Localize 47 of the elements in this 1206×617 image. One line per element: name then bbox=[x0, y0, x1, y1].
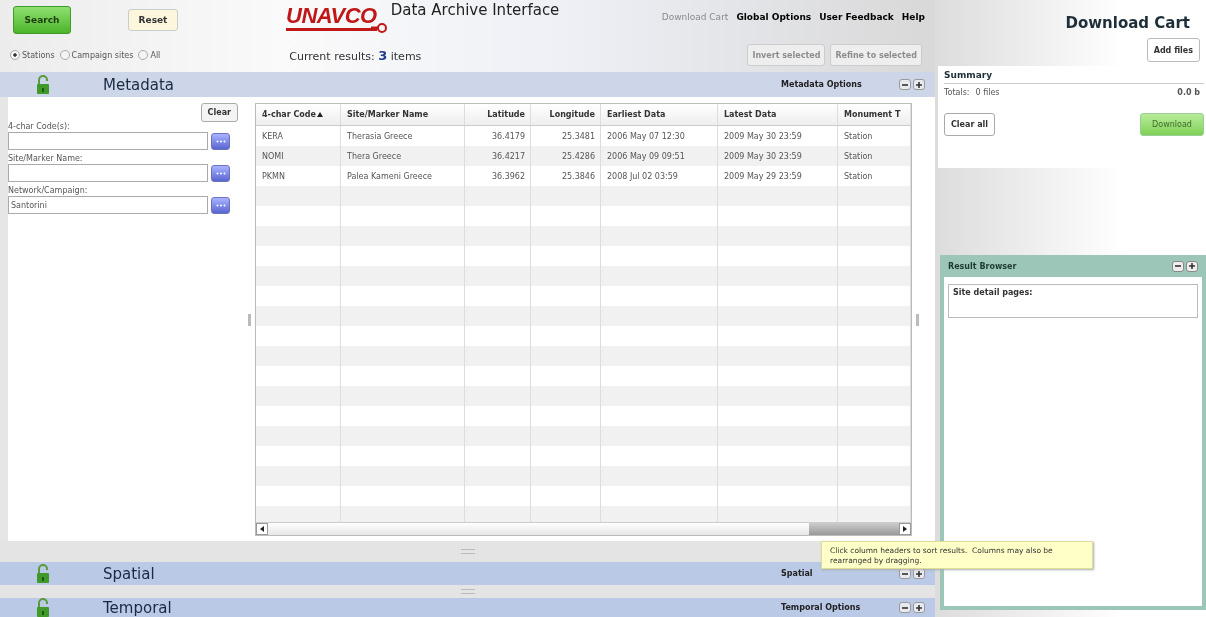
clear-button[interactable]: Clear bbox=[200, 103, 238, 122]
table-cell: 36.4217 bbox=[465, 146, 531, 166]
table-cell: Thera Greece bbox=[341, 146, 465, 166]
totals-label: Totals: bbox=[944, 88, 970, 97]
clear-all-button[interactable]: Clear all bbox=[944, 113, 996, 136]
app-title: Data Archive Interface bbox=[390, 1, 560, 19]
section-title: Spatial bbox=[103, 564, 155, 583]
summary-title: Summary bbox=[944, 70, 1204, 84]
reset-button[interactable]: Reset bbox=[128, 9, 178, 31]
table-cell: 25.4286 bbox=[531, 146, 601, 166]
section-title: Metadata bbox=[103, 75, 175, 94]
section-header[interactable]: Temporal Temporal Options bbox=[0, 598, 935, 617]
field-label: Site/Marker Name: bbox=[8, 154, 84, 163]
radio-label: Stations bbox=[22, 50, 55, 60]
nav-link[interactable]: Global Options bbox=[736, 12, 812, 22]
column-header[interactable]: Latest Data bbox=[718, 104, 838, 125]
table-cell: NOMI bbox=[256, 146, 341, 166]
column-header[interactable]: 4-char Code bbox=[256, 104, 341, 125]
radio-label: Campaign sites bbox=[71, 50, 134, 60]
total-size: 0.0 b bbox=[1177, 88, 1200, 97]
radio-label: All bbox=[150, 50, 161, 60]
add-files-button[interactable]: Add files bbox=[1146, 38, 1200, 62]
options-label[interactable]: Metadata Options bbox=[781, 80, 893, 89]
search-button[interactable]: Search bbox=[13, 6, 71, 34]
column-header[interactable]: Longitude bbox=[531, 104, 601, 125]
panel-title: Download Cart bbox=[1064, 14, 1190, 32]
input-field[interactable]: Santorini bbox=[8, 196, 208, 214]
column-header[interactable]: Monument T bbox=[838, 104, 911, 125]
file-count: 0 files bbox=[975, 88, 1000, 97]
field-label: Network/Campaign: bbox=[8, 186, 89, 195]
section-header[interactable]: Metadata Metadata Options bbox=[0, 72, 935, 97]
nav-link[interactable]: Help bbox=[901, 12, 925, 22]
table-cell: Station bbox=[838, 146, 911, 166]
column-header[interactable]: Latitude bbox=[465, 104, 531, 125]
column-header[interactable]: Site/Marker Name bbox=[341, 104, 465, 125]
section-title: Temporal bbox=[103, 598, 172, 617]
column-header[interactable]: Earliest Data bbox=[601, 104, 718, 125]
table-cell: 2006 May 09 09:51 bbox=[601, 146, 718, 166]
results-count: Current results: 3 items bbox=[289, 47, 422, 63]
options-label[interactable]: Spatial bbox=[781, 569, 893, 578]
site-detail-heading: Site detail pages: bbox=[948, 284, 1198, 318]
options-label[interactable]: Temporal Options bbox=[781, 603, 893, 612]
table-cell: 2009 May 30 23:59 bbox=[718, 146, 838, 166]
logo: UNAVCO bbox=[286, 4, 377, 31]
field-label: 4-char Code(s): bbox=[8, 122, 71, 131]
nav-link[interactable]: User Feedback bbox=[819, 12, 894, 22]
panel-title: Result Browser bbox=[948, 261, 1017, 271]
